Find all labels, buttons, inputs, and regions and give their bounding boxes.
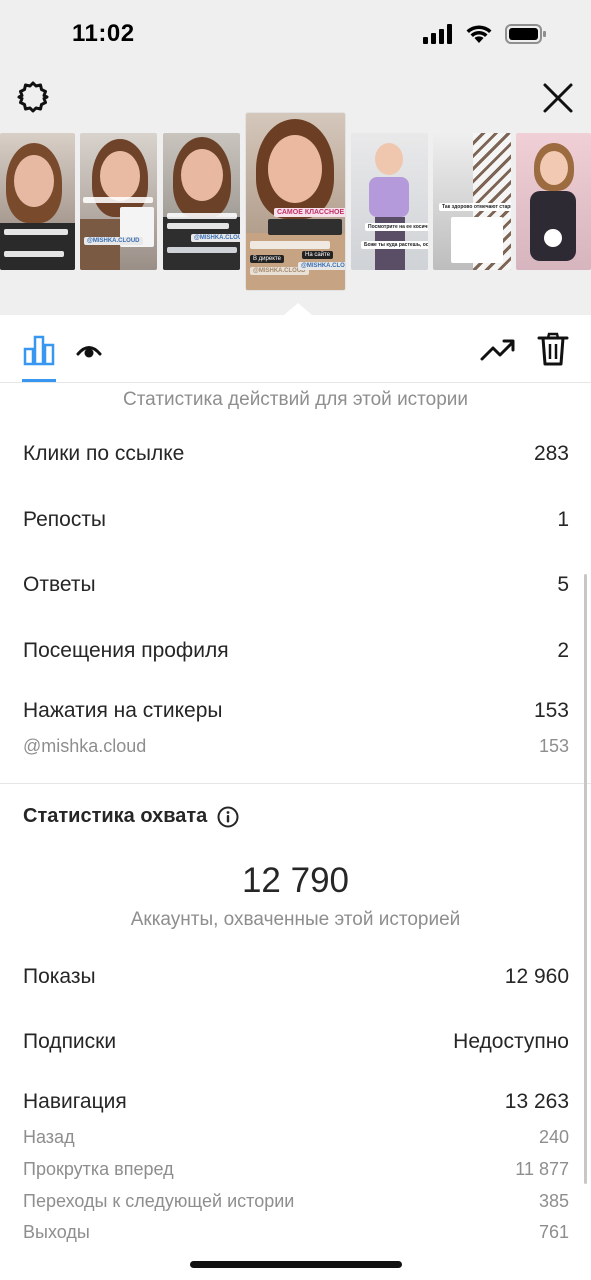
stat-value: 283 [533, 442, 569, 465]
gear-icon [17, 81, 49, 113]
trash-icon [537, 332, 569, 366]
battery-icon [505, 24, 546, 44]
stat-value: 1 [557, 508, 569, 531]
signal-icon [423, 24, 452, 44]
nav-subrow-next-story: Переходы к следующей истории 385 [23, 1191, 569, 1212]
story-thumbnail[interactable]: @MISHKA.CLOUD [163, 133, 240, 270]
reach-title-text: Статистика охвата [23, 805, 208, 827]
close-button[interactable] [540, 80, 576, 116]
accounts-reached-value: 12 790 [241, 861, 350, 900]
nav-subrow-back: Назад 240 [23, 1127, 569, 1148]
stat-label: Посещения профиля [23, 639, 229, 662]
home-indicator[interactable] [190, 1261, 402, 1268]
stat-value: 5 [557, 573, 569, 596]
stat-value: 153 [538, 736, 569, 756]
scrollbar[interactable] [584, 574, 587, 1184]
stat-value: 761 [538, 1222, 569, 1242]
caption-sticker: Посмотрите на ее косички [365, 223, 428, 231]
stat-row-link-clicks: Клики по ссылке 283 [23, 442, 569, 466]
stat-label: Выходы [23, 1222, 90, 1242]
story-thumbnail[interactable]: Так здорово отмечают старый Новый Год [433, 133, 511, 270]
stat-value: 153 [533, 699, 569, 722]
caption-sticker: САМОЕ КЛАССНОЕ [274, 208, 345, 217]
close-icon [543, 83, 573, 113]
stat-label: Ответы [23, 573, 96, 596]
site-sticker: На сайте [302, 251, 334, 259]
promote-button[interactable] [480, 333, 516, 367]
stat-value: 13 263 [504, 1090, 569, 1113]
stat-label: @mishka.cloud [23, 736, 147, 756]
story-thumbnail[interactable]: Посмотрите на ее косички Боже ты куда ра… [351, 133, 428, 270]
eye-icon [76, 346, 102, 358]
active-tab-indicator [22, 379, 56, 382]
stat-label: Подписки [23, 1030, 117, 1053]
stat-label: Прокрутка вперед [23, 1159, 174, 1179]
stat-label: Нажатия на стикеры [23, 699, 223, 722]
stat-row-sticker-taps: Нажатия на стикеры 153 [23, 699, 569, 723]
story-preview-header: 11:02 @MISHKA.CLOUD @MISHKA.CLO САМОЕ КЛ… [0, 0, 591, 315]
accounts-reached-caption: Аккаунты, охваченные этой историей [130, 909, 461, 930]
nav-subrow-forward: Прокрутка вперед 11 877 [23, 1159, 569, 1180]
story-thumbnail-strip: @MISHKA.CLOUD @MISHKA.CLOUD САМОЕ КЛАССН… [0, 113, 591, 293]
stat-value: 12 960 [504, 965, 569, 988]
stat-label: Показы [23, 965, 96, 988]
caption-sticker: Так здорово отмечают старый Новый Год [439, 203, 511, 211]
stat-row-shares: Репосты 1 [23, 508, 569, 532]
info-icon[interactable] [217, 806, 239, 828]
dm-sticker: В директе [250, 255, 284, 263]
reach-section-title: Статистика охвата [23, 805, 239, 828]
stat-row-navigation: Навигация 13 263 [23, 1090, 569, 1114]
stat-label: Клики по ссылке [23, 442, 185, 465]
stat-value: 385 [538, 1191, 569, 1211]
bar-chart-icon [23, 335, 55, 366]
section-divider [0, 783, 591, 784]
stat-row-replies: Ответы 5 [23, 573, 569, 597]
tab-statistics[interactable] [22, 333, 56, 367]
stat-subrow-sticker: @mishka.cloud 153 [23, 736, 569, 757]
stat-label: Переходы к следующей истории [23, 1191, 295, 1211]
stat-value: 2 [557, 639, 569, 662]
stat-row-follows: Подписки Недоступно [23, 1030, 569, 1054]
trend-up-icon [480, 339, 515, 361]
caption-sticker: Боже ты куда растешь, остановись [361, 241, 428, 249]
insights-tab-bar [0, 315, 591, 383]
stat-value: 240 [538, 1127, 569, 1147]
status-icons [423, 24, 547, 44]
status-bar: 11:02 [0, 0, 591, 70]
stat-value: 11 877 [515, 1159, 569, 1179]
stat-label: Навигация [23, 1090, 127, 1113]
status-time: 11:02 [72, 20, 135, 47]
tab-viewers[interactable] [74, 337, 104, 367]
story-thumbnail[interactable] [516, 133, 591, 270]
story-thumbnail[interactable]: @MISHKA.CLOUD [80, 133, 157, 270]
link-sticker-active-2: @MISHKA.CLOUD [298, 262, 345, 270]
link-sticker: @MISHKA.CLOUD [191, 234, 240, 242]
stat-label: Репосты [23, 508, 107, 531]
settings-button[interactable] [16, 80, 50, 114]
stat-label: Назад [23, 1127, 75, 1147]
link-sticker: @MISHKA.CLOUD [84, 237, 143, 245]
delete-story-button[interactable] [537, 331, 569, 367]
stat-row-impressions: Показы 12 960 [23, 965, 569, 989]
selected-story-pointer [284, 303, 312, 315]
stat-row-profile-visits: Посещения профиля 2 [23, 639, 569, 663]
actions-section-caption: Статистика действий для этой истории [122, 389, 469, 410]
stat-value: Недоступно [453, 1030, 569, 1053]
wifi-icon [466, 25, 492, 43]
nav-subrow-exits: Выходы 761 [23, 1222, 569, 1243]
story-thumbnail[interactable] [0, 133, 75, 270]
story-thumbnail-selected[interactable]: САМОЕ КЛАССНОЕ В директе На сайте @MISHK… [246, 113, 345, 290]
